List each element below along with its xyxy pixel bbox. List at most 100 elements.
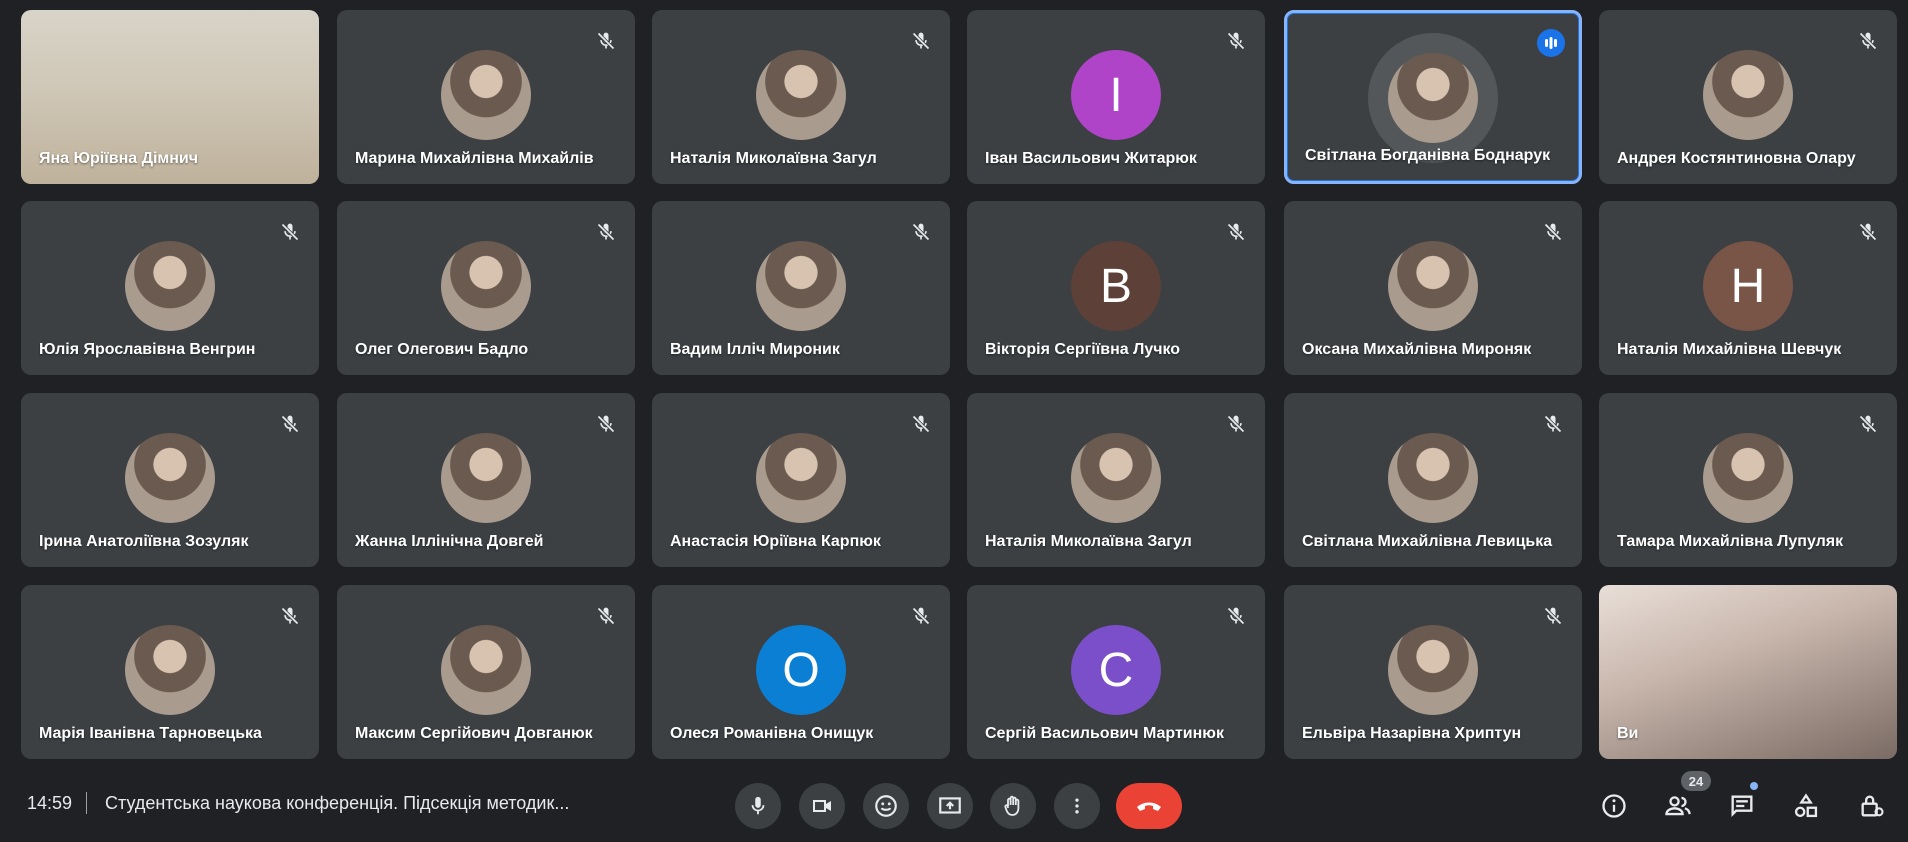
participant-tile[interactable]: Наталія Миколаївна Загул (967, 393, 1265, 567)
participant-tile[interactable]: Ельвіра Назарівна Хриптун (1284, 585, 1582, 759)
participant-name: Анастасія Юріївна Карпюк (670, 533, 881, 550)
mic-off-icon (277, 411, 303, 437)
camera-button[interactable] (799, 783, 845, 829)
participant-name: Марія Іванівна Тарновецька (39, 725, 262, 742)
mic-off-icon (1855, 219, 1881, 245)
mic-off-icon (1223, 603, 1249, 629)
participant-tile[interactable]: Юлія Ярославівна Венгрин (21, 201, 319, 375)
participant-name: Іван Васильович Житарюк (985, 150, 1197, 167)
mic-off-icon (908, 219, 934, 245)
bottom-bar: 14:59 Студентська наукова конференція. П… (0, 760, 1908, 842)
participant-tile[interactable]: Наталія Миколаївна Загул (652, 10, 950, 184)
avatar (125, 625, 215, 715)
participant-name: Яна Юріївна Дімнич (39, 150, 199, 167)
avatar (441, 241, 531, 331)
avatar (441, 50, 531, 140)
participant-tile[interactable]: Оксана Михайлівна Мироняк (1284, 201, 1582, 375)
participant-tile[interactable]: Яна Юріївна Дімнич (21, 10, 319, 184)
avatar: С (1071, 625, 1161, 715)
avatar: О (756, 625, 846, 715)
mic-off-icon (277, 219, 303, 245)
participant-tile[interactable]: Світлана Богданівна Боднарук (1284, 10, 1582, 184)
video-feed (1599, 585, 1897, 759)
participant-name: Андрея Костянтиновна Олару (1617, 150, 1856, 167)
participant-tile[interactable]: Анастасія Юріївна Карпюк (652, 393, 950, 567)
meeting-details-button[interactable] (1594, 786, 1634, 826)
activities-button[interactable] (1786, 786, 1826, 826)
participant-tile[interactable]: Олег Олегович Бадло (337, 201, 635, 375)
participant-name: Жанна Іллінічна Довгей (355, 533, 544, 550)
mic-off-icon (1223, 411, 1249, 437)
raise-hand-button[interactable] (990, 783, 1036, 829)
mic-off-icon (908, 411, 934, 437)
avatar (441, 625, 531, 715)
raise-hand-icon (1004, 795, 1020, 816)
avatar (441, 433, 531, 523)
microphone-button[interactable] (735, 783, 781, 829)
mic-off-icon (277, 603, 303, 629)
participant-tile[interactable]: Максим Сергійович Довганюк (337, 585, 635, 759)
participant-name: Олег Олегович Бадло (355, 341, 529, 358)
participant-tile[interactable]: Марина Михайлівна Михайлів (337, 10, 635, 184)
mic-off-icon (593, 28, 619, 54)
avatar (1388, 53, 1478, 143)
participant-tile[interactable]: Андрея Костянтиновна Олару (1599, 10, 1897, 184)
participant-tile[interactable]: Тамара Михайлівна Лупуляк (1599, 393, 1897, 567)
mic-off-icon (593, 411, 619, 437)
participant-name: Ви (1617, 725, 1639, 742)
mic-off-icon (1540, 603, 1566, 629)
mic-off-icon (1855, 28, 1881, 54)
avatar (756, 50, 846, 140)
emoji-button[interactable] (863, 783, 909, 829)
end-call-icon (1137, 802, 1161, 811)
participant-tile[interactable]: Жанна Іллінічна Довгей (337, 393, 635, 567)
avatar: І (1071, 50, 1161, 140)
mic-off-icon (1223, 28, 1249, 54)
host-controls-button[interactable] (1852, 786, 1892, 826)
mic-off-icon (908, 603, 934, 629)
chat-icon (1731, 795, 1753, 817)
avatar (1388, 625, 1478, 715)
participant-tile[interactable]: Вадим Ілліч Мироник (652, 201, 950, 375)
participant-tile[interactable]: В Вікторія Сергіївна Лучко (967, 201, 1265, 375)
mic-off-icon (1855, 411, 1881, 437)
participant-name: Наталія Михайлівна Шевчук (1617, 341, 1842, 358)
more-options-button[interactable] (1054, 783, 1100, 829)
emoji-icon (875, 795, 897, 817)
participant-name: Оксана Михайлівна Мироняк (1302, 341, 1532, 358)
participant-name: Марина Михайлівна Михайлів (355, 150, 594, 167)
present-button[interactable] (927, 783, 973, 829)
host-controls-icon (1861, 795, 1884, 817)
people-button[interactable] (1658, 786, 1698, 826)
participant-tile[interactable]: С Сергій Васильович Мартинюк (967, 585, 1265, 759)
present-screen-icon (939, 797, 961, 814)
participant-tile[interactable]: Н Наталія Михайлівна Шевчук (1599, 201, 1897, 375)
participant-tile[interactable]: Світлана Михайлівна Левицька (1284, 393, 1582, 567)
audio-level-icon (1537, 29, 1565, 57)
camera-icon (813, 800, 831, 812)
participant-tile[interactable]: Ви (1599, 585, 1897, 759)
mic-off-icon (593, 219, 619, 245)
end-call-button[interactable] (1116, 783, 1182, 829)
avatar (1071, 433, 1161, 523)
participant-name: Вікторія Сергіївна Лучко (985, 341, 1181, 358)
participant-grid: Яна Юріївна Дімнич Марина Михайлівна Миха… (0, 0, 1908, 760)
divider (86, 792, 87, 814)
clock: 14:59 (27, 793, 73, 813)
info-icon (1602, 794, 1626, 818)
participant-tile[interactable]: Ірина Анатоліївна Зозуляк (21, 393, 319, 567)
more-vert-icon (1075, 798, 1079, 814)
participant-name: Наталія Миколаївна Загул (670, 150, 877, 167)
participant-name: Максим Сергійович Довганюк (355, 725, 593, 742)
participant-tile[interactable]: Марія Іванівна Тарновецька (21, 585, 319, 759)
participant-name: Ельвіра Назарівна Хриптун (1302, 725, 1522, 742)
mic-off-icon (1540, 219, 1566, 245)
mic-off-icon (593, 603, 619, 629)
activities-icon (1794, 793, 1818, 818)
meeting-title[interactable]: Студентська наукова конференція. Підсекц… (105, 793, 569, 814)
participant-tile[interactable]: І Іван Васильович Житарюк (967, 10, 1265, 184)
chat-button[interactable] (1722, 786, 1762, 826)
avatar: Н (1703, 241, 1793, 331)
avatar (1388, 241, 1478, 331)
participant-tile[interactable]: О Олеся Романівна Онищук (652, 585, 950, 759)
